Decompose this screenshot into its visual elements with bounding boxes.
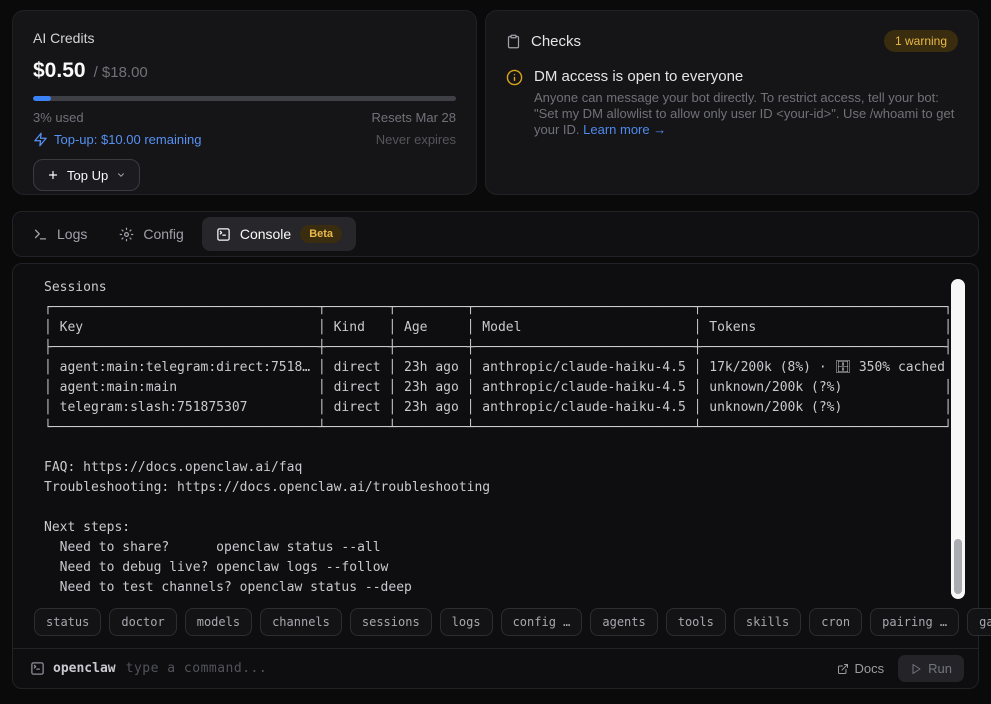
run-button-label: Run (928, 661, 952, 676)
cards-row: AI Credits $0.50 / $18.00 3% used Resets… (12, 10, 979, 195)
chip-doctor[interactable]: doctor (109, 608, 176, 636)
topup-note-label: Top-up: $10.00 remaining (54, 132, 201, 147)
tab-console[interactable]: Console Beta (202, 217, 356, 251)
ai-credits-card: AI Credits $0.50 / $18.00 3% used Resets… (12, 10, 477, 195)
console-panel: Sessions ┌──────────────────────────────… (12, 263, 979, 689)
tab-config-label: Config (143, 226, 183, 242)
warning-count-badge: 1 warning (884, 30, 958, 52)
tab-logs-label: Logs (57, 226, 87, 242)
chip-channels[interactable]: channels (260, 608, 342, 636)
play-icon (910, 663, 922, 675)
terminal-prompt-icon (33, 227, 48, 242)
credits-total: / $18.00 (94, 64, 148, 81)
chip-sessions[interactable]: sessions (350, 608, 432, 636)
warning-description: Anyone can message your bot directly. To… (534, 90, 958, 138)
credits-amount-row: $0.50 / $18.00 (33, 59, 456, 83)
credits-progress-bar (33, 96, 456, 101)
learn-more-link[interactable]: Learn more → (583, 122, 666, 137)
command-prompt-label: openclaw (53, 661, 116, 676)
credits-topup-row: Top-up: $10.00 remaining Never expires (33, 132, 456, 147)
gear-icon (119, 227, 134, 242)
docs-link-label: Docs (855, 661, 885, 676)
credits-expires-label: Never expires (376, 132, 456, 147)
console-scrollbar-track[interactable] (951, 279, 965, 599)
square-terminal-icon (30, 661, 45, 676)
warning-body: DM access is open to everyone Anyone can… (534, 68, 958, 138)
credits-progress-fill (33, 96, 51, 101)
checks-title: Checks (531, 33, 874, 50)
credits-used-label: 3% used (33, 110, 84, 125)
dashboard: AI Credits $0.50 / $18.00 3% used Resets… (0, 0, 991, 699)
tab-config[interactable]: Config (105, 217, 197, 251)
command-chips-row: status doctor models channels sessions l… (13, 606, 978, 648)
beta-badge: Beta (300, 225, 342, 243)
credits-resets-label: Resets Mar 28 (371, 110, 456, 125)
credits-amount: $0.50 (33, 59, 86, 83)
warning-item: DM access is open to everyone Anyone can… (506, 68, 958, 138)
zap-icon (33, 132, 48, 147)
warning-title: DM access is open to everyone (534, 68, 958, 85)
plus-icon (47, 169, 59, 181)
top-up-button-label: Top Up (67, 168, 108, 183)
ai-credits-title: AI Credits (33, 30, 456, 46)
checks-card: Checks 1 warning DM access is open to ev… (485, 10, 979, 195)
top-up-button[interactable]: Top Up (33, 159, 140, 191)
run-button[interactable]: Run (898, 655, 964, 682)
topup-note: Top-up: $10.00 remaining (33, 132, 201, 147)
tab-console-label: Console (240, 226, 291, 242)
chip-models[interactable]: models (185, 608, 252, 636)
chevron-down-icon (116, 170, 126, 180)
tab-bar: Logs Config Console Beta (12, 211, 979, 257)
command-input[interactable] (124, 660, 829, 677)
checks-header: Checks 1 warning (506, 30, 958, 52)
chip-skills[interactable]: skills (734, 608, 801, 636)
chip-tools[interactable]: tools (666, 608, 726, 636)
chip-config[interactable]: config … (501, 608, 583, 636)
external-link-icon (837, 663, 849, 675)
chip-pairing[interactable]: pairing … (870, 608, 959, 636)
chip-logs[interactable]: logs (440, 608, 493, 636)
square-terminal-icon (216, 227, 231, 242)
info-icon (506, 69, 523, 138)
chip-cron[interactable]: cron (809, 608, 862, 636)
console-output: Sessions ┌──────────────────────────────… (13, 264, 978, 606)
credits-meta-row: 3% used Resets Mar 28 (33, 110, 456, 125)
clipboard-icon (506, 34, 521, 49)
console-scrollbar-thumb[interactable] (954, 539, 962, 594)
docs-link[interactable]: Docs (837, 661, 885, 676)
console-output-text: Sessions ┌──────────────────────────────… (44, 278, 944, 598)
chip-gateway[interactable]: gateway (967, 608, 991, 636)
tab-logs[interactable]: Logs (19, 217, 101, 251)
command-bar: openclaw Docs Run (13, 648, 978, 688)
chip-agents[interactable]: agents (590, 608, 657, 636)
chip-status[interactable]: status (34, 608, 101, 636)
